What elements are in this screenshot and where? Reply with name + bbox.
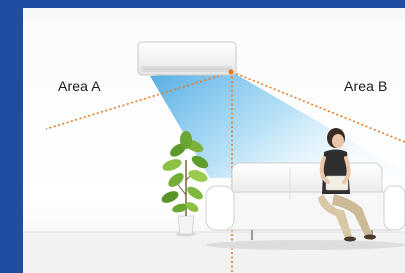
area-a-label: Area A [58,78,101,94]
room-scene [0,0,405,273]
area-b-label: Area B [344,78,388,94]
aircon-airflow-illustration: Area A Area B [0,0,405,273]
air-conditioner-unit-icon [137,41,237,76]
ceiling-strip [23,8,405,20]
